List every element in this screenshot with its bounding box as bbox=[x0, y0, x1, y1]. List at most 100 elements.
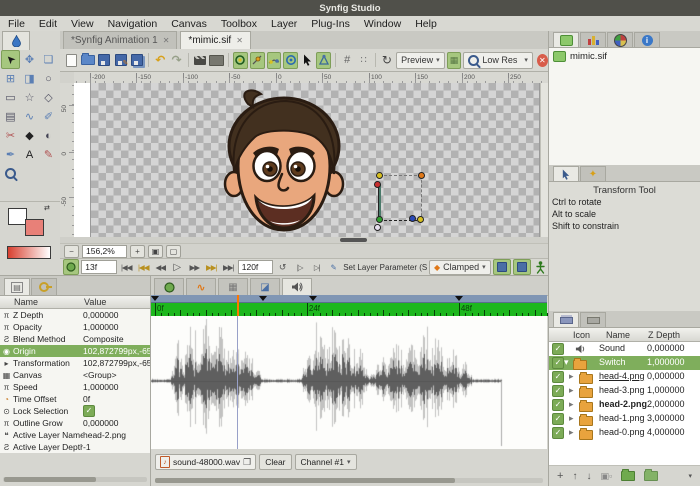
toggle-radius-ducks-button[interactable] bbox=[283, 52, 298, 69]
toggle-angle-ducks-button[interactable] bbox=[316, 52, 331, 69]
layer-row-switch[interactable]: ✓▾Switch1,000000 bbox=[549, 356, 700, 370]
param-row-z-depth[interactable]: πZ Depth0,000000 bbox=[0, 309, 150, 321]
timebar[interactable]: 0f24f48f bbox=[151, 303, 547, 317]
keyframe-marker[interactable] bbox=[309, 296, 317, 301]
param-row-transformation[interactable]: ▸Transformation102,872799px,-65,836 bbox=[0, 357, 150, 369]
tab-params[interactable]: ▤ bbox=[4, 278, 30, 295]
tab-histogram[interactable] bbox=[580, 32, 606, 47]
zoom-fit-button[interactable]: ▣ bbox=[148, 245, 163, 258]
tab-info[interactable]: i bbox=[634, 32, 660, 47]
param-value[interactable]: 0f bbox=[83, 394, 150, 404]
end-time-field[interactable]: 120f bbox=[238, 260, 273, 274]
close-tab-icon[interactable]: ✕ bbox=[163, 36, 170, 45]
param-row-lock-selection[interactable]: ⊙Lock Selection✓ bbox=[0, 405, 150, 417]
waveform-area[interactable] bbox=[151, 316, 547, 449]
tool-transform[interactable]: ➤ bbox=[1, 50, 20, 69]
param-row-active-layer-depth[interactable]: ƧActive Layer Depth-1 bbox=[0, 441, 150, 453]
seek-next-frame-button[interactable]: ▶▶ bbox=[187, 261, 202, 274]
canvas-viewport[interactable] bbox=[74, 83, 548, 237]
expander-icon[interactable]: ▸ bbox=[569, 399, 574, 410]
tool-draw[interactable]: ✐ bbox=[39, 107, 58, 126]
loop-button[interactable]: ↺ bbox=[275, 261, 290, 274]
sound-hscrollbar[interactable] bbox=[155, 478, 543, 483]
clear-sound-button[interactable]: Clear bbox=[259, 454, 291, 470]
param-value[interactable]: ✓ bbox=[83, 405, 150, 417]
tool-gradient[interactable]: ▤ bbox=[1, 107, 20, 126]
render-preview-icon[interactable]: ✎ bbox=[326, 261, 341, 274]
checkbox-checked[interactable]: ✓ bbox=[83, 405, 95, 417]
layer-enabled-checkbox[interactable]: ✓ bbox=[552, 385, 564, 397]
tool-brush[interactable]: ◆ bbox=[20, 126, 39, 145]
raise-layer-button[interactable]: ↑ bbox=[572, 471, 577, 482]
play-button[interactable]: ▷ bbox=[170, 261, 185, 274]
x-axis-duck[interactable] bbox=[409, 215, 416, 222]
layer-enabled-checkbox[interactable]: ✓ bbox=[552, 371, 564, 383]
lowres-select[interactable]: Low Res ▾ bbox=[463, 52, 532, 69]
grid-toggle-button[interactable]: # bbox=[340, 52, 354, 69]
layer-enabled-checkbox[interactable]: ✓ bbox=[552, 427, 564, 439]
gradient-swatch[interactable] bbox=[7, 246, 51, 259]
param-row-speed[interactable]: πSpeed1,000000 bbox=[0, 381, 150, 393]
refresh-button[interactable]: ↻ bbox=[380, 52, 394, 69]
preview-render-button[interactable] bbox=[209, 52, 224, 69]
menu-navigation[interactable]: Navigation bbox=[108, 18, 158, 30]
zoom-in-button[interactable]: + bbox=[130, 245, 145, 258]
origin-duck[interactable] bbox=[376, 216, 383, 223]
tool-eyedrop[interactable]: ✒ bbox=[1, 145, 20, 164]
interpolation-select[interactable]: ◆ Clamped▾ bbox=[429, 260, 491, 275]
param-value[interactable]: 1,000000 bbox=[83, 382, 150, 392]
menu-help[interactable]: Help bbox=[415, 18, 437, 30]
param-row-blend-method[interactable]: ƧBlend MethodComposite bbox=[0, 333, 150, 345]
expander-icon[interactable]: ▸ bbox=[569, 371, 574, 382]
tab-layers[interactable] bbox=[553, 312, 579, 327]
skew-duck[interactable] bbox=[374, 181, 381, 188]
layer-enabled-checkbox[interactable]: ✓ bbox=[552, 343, 564, 355]
tab-mimic-sif[interactable]: *mimic.sif ✕ bbox=[180, 31, 250, 49]
future-keyframe-lock-toggle[interactable] bbox=[513, 259, 531, 275]
zoom-out-button[interactable]: − bbox=[64, 245, 79, 258]
save-as-button[interactable]: ✎ bbox=[113, 52, 127, 69]
render-button[interactable] bbox=[193, 52, 207, 69]
layer-enabled-checkbox[interactable]: ✓ bbox=[552, 357, 564, 369]
canvas-browser-item[interactable]: mimic.sif bbox=[549, 48, 700, 65]
timebar-playhead[interactable] bbox=[237, 295, 239, 316]
redo-button[interactable]: ↷ bbox=[169, 52, 183, 69]
tool-sketch[interactable]: ✎ bbox=[39, 145, 58, 164]
tool-polygon[interactable]: ◇ bbox=[39, 88, 58, 107]
layer-row-head-4-png[interactable]: ✓▸head-4.png0,000000 bbox=[549, 370, 700, 384]
param-value[interactable]: <Group> bbox=[83, 370, 150, 380]
tool-zoom[interactable] bbox=[1, 164, 20, 183]
params-hscrollbar[interactable] bbox=[3, 477, 147, 482]
tab-navigator[interactable] bbox=[607, 32, 633, 47]
param-value[interactable]: 102,872799px,-65,8360 bbox=[83, 346, 150, 356]
param-row-time-offset[interactable]: ◔Time Offset0f bbox=[0, 393, 150, 405]
param-row-canvas[interactable]: ▦Canvas<Group> bbox=[0, 369, 150, 381]
snap-toggle-button[interactable]: ∷ bbox=[356, 52, 370, 69]
tab-curves[interactable]: ∿ bbox=[186, 278, 216, 295]
param-row-outline-grow[interactable]: πOutline Grow0,000000 bbox=[0, 417, 150, 429]
tool-circle[interactable]: ○ bbox=[39, 69, 58, 88]
param-row-origin[interactable]: ◉Origin102,872799px,-65,8360 bbox=[0, 345, 150, 357]
layer-row-sound[interactable]: ✓Sound0,000000 bbox=[549, 342, 700, 356]
corner-duck[interactable] bbox=[417, 216, 424, 223]
time-track-icon[interactable] bbox=[63, 259, 79, 275]
add-layer-button[interactable]: + bbox=[557, 470, 563, 482]
angle-duck[interactable] bbox=[376, 172, 383, 179]
offset-duck[interactable] bbox=[374, 224, 381, 231]
tab-keyframes[interactable] bbox=[31, 278, 57, 295]
close-tab-icon[interactable]: ✕ bbox=[236, 36, 243, 45]
param-value[interactable]: 1,000000 bbox=[83, 322, 150, 332]
tab-sound[interactable] bbox=[282, 278, 312, 295]
param-value[interactable]: head-2.png bbox=[83, 430, 150, 440]
scale-duck[interactable] bbox=[418, 172, 425, 179]
past-keyframe-lock-toggle[interactable] bbox=[493, 259, 511, 275]
layer-enabled-checkbox[interactable]: ✓ bbox=[552, 399, 564, 411]
tab-library[interactable]: ◪ bbox=[250, 278, 280, 295]
new-document-button[interactable] bbox=[64, 52, 78, 69]
layer-row-head-3-png[interactable]: ✓▸head-3.png1,000000 bbox=[549, 384, 700, 398]
tab-synfig-animation-1[interactable]: *Synfig Animation 1 ✕ bbox=[63, 31, 177, 49]
expander-icon[interactable]: ▸ bbox=[569, 427, 574, 438]
tab-tool-options[interactable] bbox=[553, 166, 579, 181]
param-value[interactable]: 0,000000 bbox=[83, 310, 150, 320]
tool-star[interactable]: ☆ bbox=[20, 88, 39, 107]
